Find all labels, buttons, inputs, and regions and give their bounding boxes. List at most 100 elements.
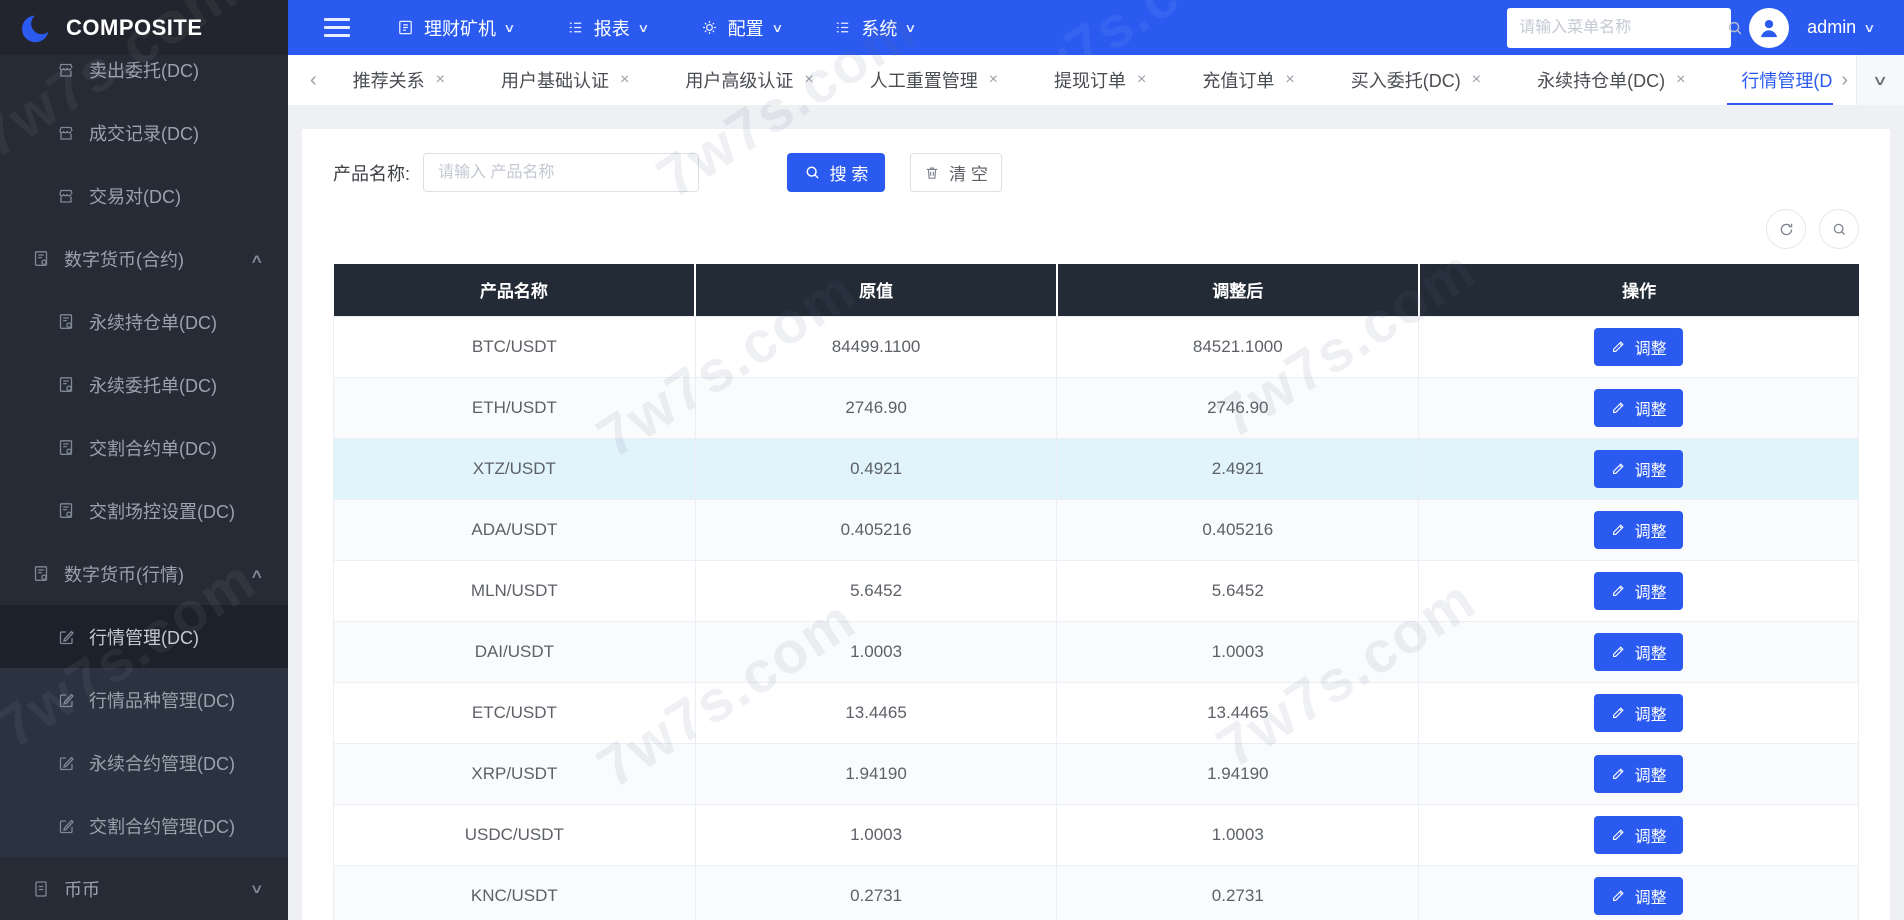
gear-icon <box>700 18 719 37</box>
chevron-down-icon: ∨ <box>1872 72 1888 89</box>
sidebar-item[interactable]: 交易对(DC) <box>0 164 288 227</box>
tab[interactable]: 永续持仓单(DC) × <box>1509 55 1713 105</box>
tab-close-icon[interactable]: × <box>436 71 445 89</box>
adjust-button[interactable]: 调整 <box>1594 572 1683 610</box>
sidebar-item[interactable]: 币币 ∨ <box>0 857 288 920</box>
top-menu: 理财矿机 ∨ 报表 ∨ 配置 ∨ 系统 ∨ <box>396 15 915 41</box>
cell-product: ADA/USDT <box>334 499 696 560</box>
sidebar-item-label: 数字货币(行情) <box>64 561 184 587</box>
adjust-button[interactable]: 调整 <box>1594 694 1683 732</box>
adjust-button[interactable]: 调整 <box>1594 389 1683 427</box>
system-icon <box>833 18 852 37</box>
tab[interactable]: 提现订单 × <box>1026 55 1174 105</box>
cell-adjusted-value: 0.2731 <box>1057 865 1419 920</box>
cell-original-value: 13.4465 <box>695 682 1057 743</box>
sidebar-item[interactable]: 永续合约管理(DC) <box>0 731 288 794</box>
sidebar-item[interactable]: 交割场控设置(DC) <box>0 479 288 542</box>
page-content: 产品名称: 搜 索 清 空 <box>288 106 1904 920</box>
cell-original-value: 0.4921 <box>695 438 1057 499</box>
tab[interactable]: 人工重置管理 × <box>842 55 1026 105</box>
tab-close-icon[interactable]: × <box>1137 71 1146 89</box>
table-header-row: 产品名称原值调整后操作 <box>334 264 1859 316</box>
adjust-button[interactable]: 调整 <box>1594 633 1683 671</box>
cell-adjusted-value: 84521.1000 <box>1057 316 1419 377</box>
tabs-dropdown-button[interactable]: ∨ <box>1856 55 1904 105</box>
market-table: 产品名称原值调整后操作 BTC/USDT 84499.1100 84521.10… <box>333 264 1859 920</box>
top-menu-item[interactable]: 配置 ∨ <box>700 15 782 41</box>
top-menu-item[interactable]: 报表 ∨ <box>566 15 648 41</box>
search-button[interactable]: 搜 索 <box>787 153 885 192</box>
cell-product: MLN/USDT <box>334 560 696 621</box>
sidebar-item[interactable]: 卖出委托(DC) <box>0 55 288 101</box>
adjust-button[interactable]: 调整 <box>1594 328 1683 366</box>
tab-close-icon[interactable]: × <box>1676 71 1685 89</box>
sidebar-item[interactable]: 永续持仓单(DC) <box>0 290 288 353</box>
tab[interactable]: 推荐关系 × <box>325 55 473 105</box>
user-menu[interactable]: admin ∨ <box>1807 17 1874 38</box>
sidebar-item[interactable]: 行情品种管理(DC) <box>0 668 288 731</box>
adjust-button[interactable]: 调整 <box>1594 816 1683 854</box>
cell-actions: 调整 <box>1419 560 1859 621</box>
hamburger-icon[interactable] <box>324 18 350 37</box>
sidebar-item[interactable]: 成交记录(DC) <box>0 101 288 164</box>
tabs-scroll-right-icon[interactable]: › <box>1833 69 1856 92</box>
cell-product: ETH/USDT <box>334 377 696 438</box>
adjust-button-label: 调整 <box>1635 884 1667 908</box>
product-name-input[interactable] <box>423 153 699 192</box>
refresh-icon[interactable] <box>1766 209 1806 249</box>
chevron-down-icon: ∨ <box>771 21 783 35</box>
tab[interactable]: 买入委托(DC) × <box>1323 55 1509 105</box>
adjust-button[interactable]: 调整 <box>1594 877 1683 915</box>
finance-icon <box>396 18 415 37</box>
top-menu-item[interactable]: 理财矿机 ∨ <box>396 15 514 41</box>
tab-close-icon[interactable]: × <box>1472 71 1481 89</box>
search-icon[interactable] <box>1726 19 1744 37</box>
chevron-down-icon: ∨ <box>250 881 264 897</box>
adjust-button-label: 调整 <box>1635 335 1667 359</box>
adjust-button[interactable]: 调整 <box>1594 450 1683 488</box>
sidebar-item[interactable]: 数字货币(行情) ∧ <box>0 542 288 605</box>
tab-close-icon[interactable]: × <box>620 71 629 89</box>
sidebar-item-label: 卖出委托(DC) <box>89 57 199 83</box>
top-menu-item[interactable]: 系统 ∨ <box>833 15 915 41</box>
tab[interactable]: 充值订单 × <box>1174 55 1322 105</box>
sql-icon <box>31 249 51 269</box>
sidebar-item[interactable]: 交割合约管理(DC) <box>0 794 288 857</box>
chevron-down-icon: ∨ <box>905 21 917 35</box>
table-row: KNC/USDT 0.2731 0.2731 调整 <box>334 865 1859 920</box>
tab[interactable]: 用户高级认证 × <box>657 55 841 105</box>
adjust-button[interactable]: 调整 <box>1594 511 1683 549</box>
tab-label: 推荐关系 <box>353 67 425 93</box>
adjust-button-label: 调整 <box>1635 701 1667 725</box>
table-row: ADA/USDT 0.405216 0.405216 调整 <box>334 499 1859 560</box>
cell-original-value: 0.2731 <box>695 865 1057 920</box>
table-header-cell: 产品名称 <box>334 264 696 316</box>
column-search-icon[interactable] <box>1819 209 1859 249</box>
cell-adjusted-value: 0.405216 <box>1057 499 1419 560</box>
tab-close-icon[interactable]: × <box>1285 71 1294 89</box>
top-navbar: COMPOSITE 理财矿机 ∨ 报表 ∨ 配置 ∨ 系统 ∨ <box>0 0 1904 55</box>
chevron-down-icon: ∨ <box>1863 21 1875 35</box>
sidebar-item-label: 交易对(DC) <box>89 183 181 209</box>
tab-close-icon[interactable]: × <box>804 71 813 89</box>
clear-button[interactable]: 清 空 <box>910 153 1002 192</box>
cell-actions: 调整 <box>1419 865 1859 920</box>
cell-adjusted-value: 1.0003 <box>1057 621 1419 682</box>
cell-original-value: 0.405216 <box>695 499 1057 560</box>
sidebar-item[interactable]: 永续委托单(DC) <box>0 353 288 416</box>
cell-actions: 调整 <box>1419 438 1859 499</box>
content-card: 产品名称: 搜 索 清 空 <box>302 129 1890 920</box>
tab-close-icon[interactable]: × <box>989 71 998 89</box>
adjust-button[interactable]: 调整 <box>1594 755 1683 793</box>
avatar[interactable] <box>1749 8 1789 48</box>
tabs-scroll-left-icon[interactable]: ‹ <box>302 69 325 92</box>
tab[interactable]: 行情管理(DC) × <box>1713 55 1833 105</box>
sidebar-item[interactable]: 交割合约单(DC) <box>0 416 288 479</box>
tab-label: 提现订单 <box>1054 67 1126 93</box>
sidebar-item[interactable]: 数字货币(合约) ∧ <box>0 227 288 290</box>
menu-search-input[interactable] <box>1519 19 1726 37</box>
sidebar-item[interactable]: 行情管理(DC) <box>0 605 288 668</box>
chevron-up-icon: ∧ <box>250 566 264 582</box>
menu-search-box[interactable] <box>1507 8 1731 48</box>
tab[interactable]: 用户基础认证 × <box>473 55 657 105</box>
